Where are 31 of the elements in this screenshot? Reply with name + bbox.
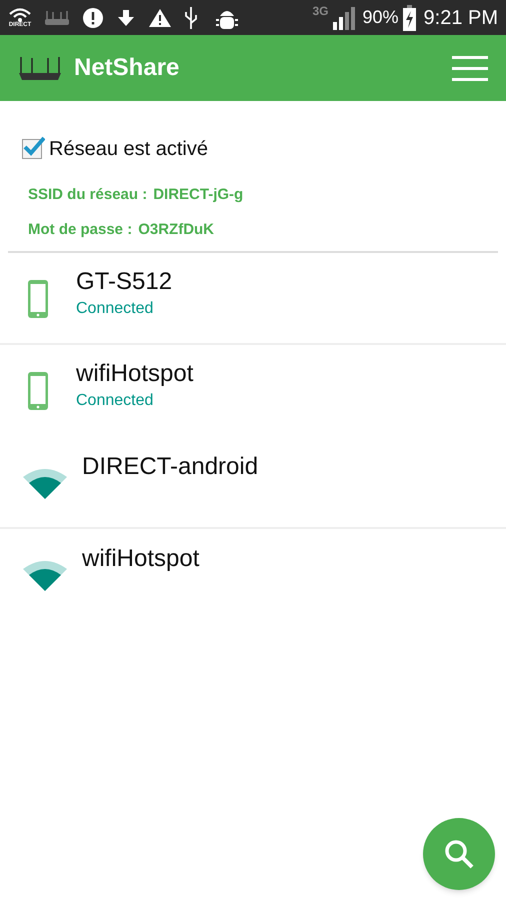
warning-icon [148, 8, 172, 28]
network-label: Réseau est activé [49, 137, 208, 162]
device-item[interactable]: DIRECT-android [0, 437, 506, 529]
device-item[interactable]: wifiHotspot [0, 529, 506, 621]
alert-icon [82, 6, 104, 28]
clock: 9:21 PM [424, 6, 498, 30]
ssid-value: DIRECT-jG-g [153, 185, 244, 205]
password-value: O3RZfDuK [138, 220, 214, 240]
device-name: DIRECT-android [82, 452, 258, 482]
device-status: Connected [76, 299, 154, 319]
battery-percent: 90% [362, 6, 399, 29]
network-checkbox[interactable] [22, 139, 42, 159]
battery-charging-icon [402, 4, 416, 30]
device-name: wifiHotspot [76, 359, 194, 389]
search-icon [443, 838, 475, 870]
download-icon [116, 8, 136, 28]
ssid-label: SSID du réseau : [28, 185, 148, 205]
phone-icon [27, 279, 49, 319]
password-label: Mot de passe : [28, 220, 132, 240]
usb-icon [184, 6, 198, 30]
wifi-icon [8, 8, 32, 22]
device-item[interactable]: wifiHotspot Connected [0, 345, 506, 437]
device-name: GT-S512 [76, 267, 172, 297]
device-item[interactable]: GT-S512 Connected [0, 253, 506, 345]
device-name: wifiHotspot [82, 544, 200, 574]
network-type-label: 3G [312, 3, 328, 20]
phone-icon [27, 371, 49, 411]
app-title: NetShare [74, 53, 180, 83]
router-icon [44, 10, 70, 26]
device-status: Connected [76, 391, 154, 411]
router-icon [18, 55, 62, 81]
